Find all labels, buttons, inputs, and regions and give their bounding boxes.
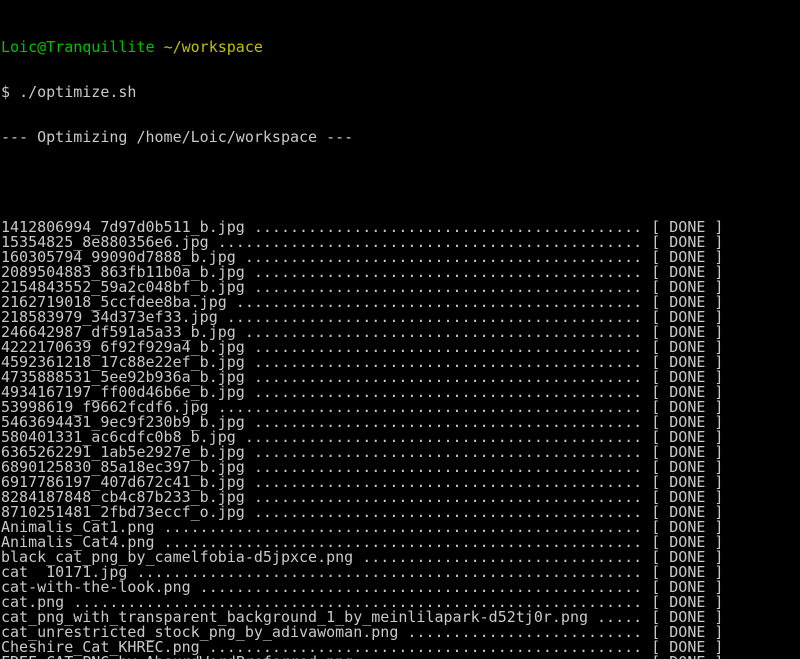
prompt-user-host: Loic@Tranquillite (1, 38, 155, 56)
file-list: 1412806994_7d97d0b511_b.jpg ............… (1, 220, 800, 659)
terminal-screen[interactable]: Loic@Tranquillite ~/workspace $ ./optimi… (0, 0, 800, 659)
command-text: ./optimize.sh (19, 83, 137, 101)
prompt-line: Loic@Tranquillite ~/workspace (1, 40, 800, 55)
optimize-header-line: --- Optimizing /home/Loic/workspace --- (1, 128, 354, 146)
prompt-symbol: $ (1, 83, 11, 101)
file-progress-line: FREE_CAT_PNG_by_AbsurdWordPreferred.png … (1, 655, 800, 659)
prompt-cwd: ~/workspace (163, 38, 263, 56)
command-line: $ ./optimize.sh (1, 85, 800, 100)
